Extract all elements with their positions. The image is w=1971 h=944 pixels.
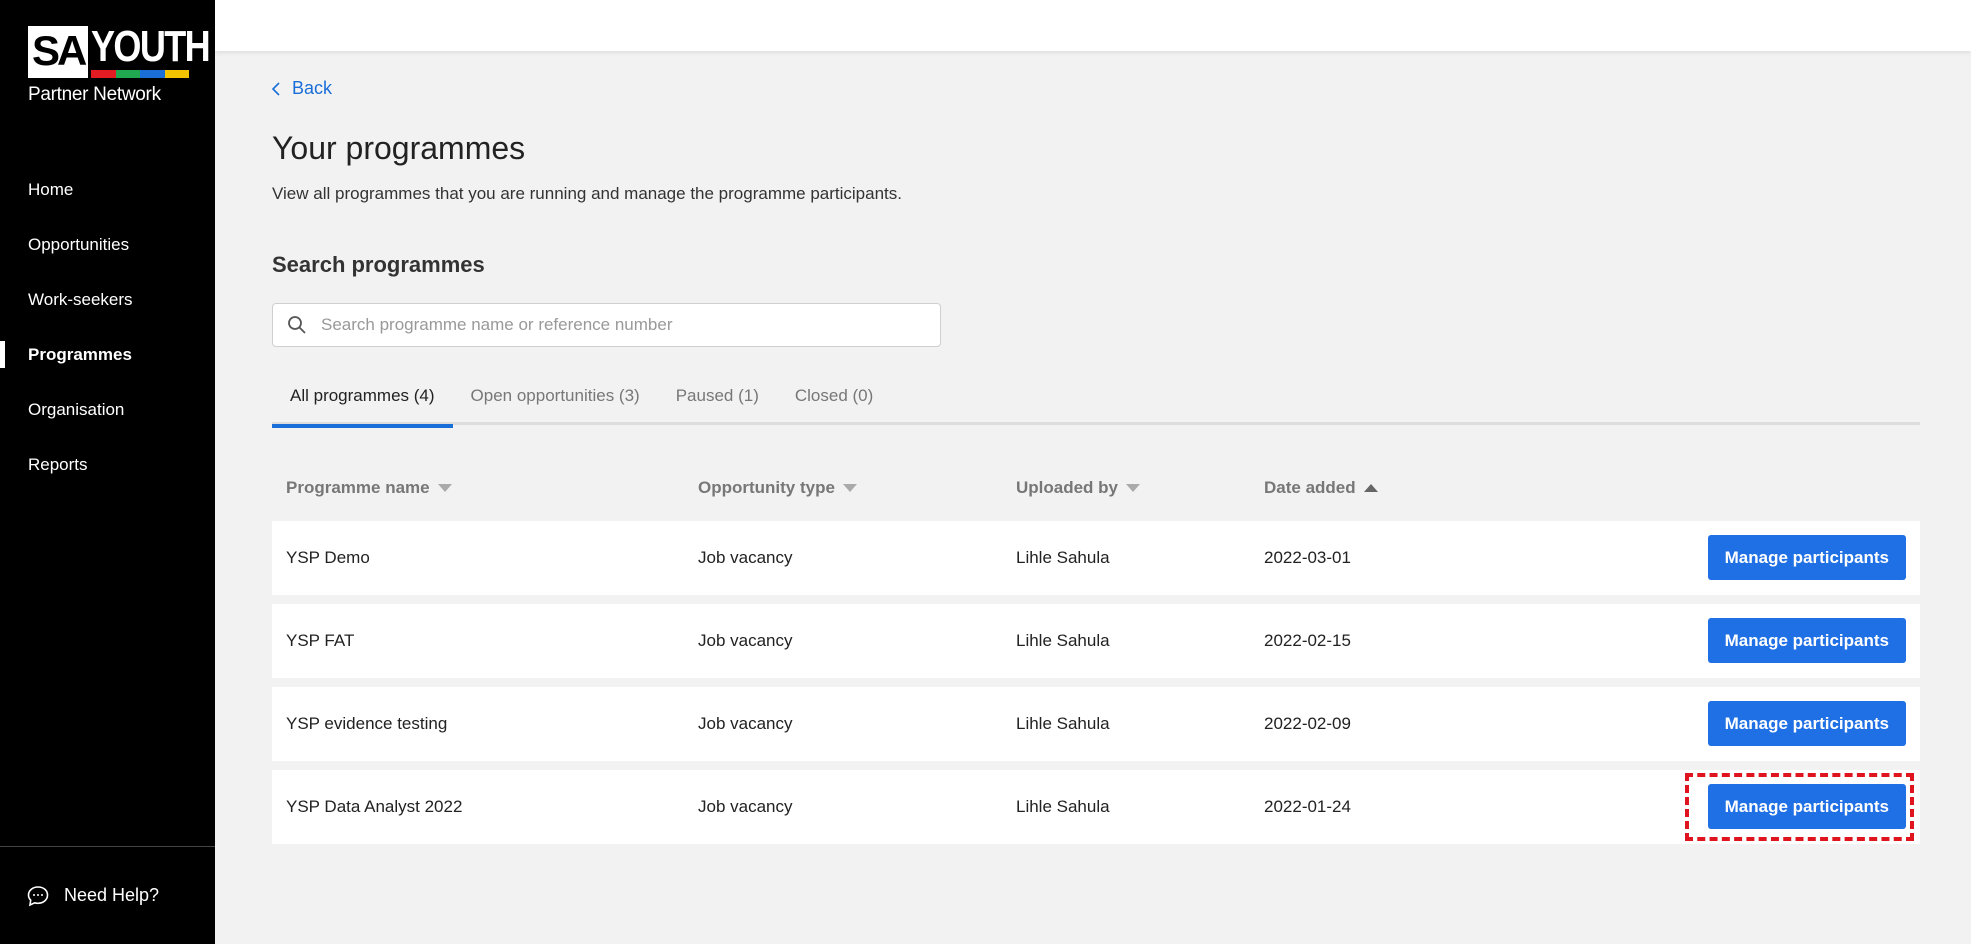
uploaded-by: Lihle Sahula (1016, 714, 1110, 733)
column-header-label: Date added (1264, 478, 1356, 497)
tab-open-opportunities[interactable]: Open opportunities (3) (453, 375, 658, 425)
column-header-label: Programme name (286, 478, 430, 497)
search-section-title: Search programmes (272, 252, 485, 277)
column-header-label: Opportunity type (698, 478, 835, 497)
search-input[interactable] (321, 315, 921, 335)
need-help-label: Need Help? (64, 885, 160, 905)
chevron-left-icon (272, 81, 280, 96)
sidebar-item-opportunities[interactable]: Opportunities (0, 217, 215, 272)
date-added: 2022-02-15 (1264, 631, 1351, 650)
opportunity-type: Job vacancy (698, 797, 793, 816)
stripe-red (91, 70, 116, 78)
column-header-uploaded-by[interactable]: Uploaded by (1016, 478, 1141, 498)
logo-stripes (91, 70, 190, 78)
sidebar-item-work-seekers[interactable]: Work-seekers (0, 272, 215, 327)
date-added: 2022-01-24 (1264, 797, 1351, 816)
column-header-programme-name[interactable]: Programme name (286, 478, 452, 498)
chat-bubble-icon (27, 885, 49, 906)
table-row: YSP Demo Job vacancy Lihle Sahula 2022-0… (272, 521, 1920, 595)
sort-down-icon (437, 484, 452, 492)
page-title: Your programmes (272, 130, 526, 166)
sidebar-item-organisation[interactable]: Organisation (0, 382, 215, 437)
tab-closed[interactable]: Closed (0) (777, 375, 891, 425)
back-label: Back (292, 78, 333, 98)
uploaded-by: Lihle Sahula (1016, 797, 1110, 816)
manage-participants-button[interactable]: Manage participants (1707, 535, 1906, 580)
uploaded-by: Lihle Sahula (1016, 548, 1110, 567)
column-header-date-added[interactable]: Date added (1264, 478, 1378, 498)
back-link[interactable]: Back (272, 78, 332, 99)
stripe-green (115, 70, 141, 78)
sort-up-icon (1363, 484, 1378, 492)
programme-name: YSP Data Analyst 2022 (286, 797, 463, 816)
column-header-label: Uploaded by (1016, 478, 1119, 497)
manage-participants-button[interactable]: Manage participants (1707, 701, 1906, 746)
programme-name: YSP Demo (286, 548, 370, 567)
sa-youth-logo[interactable]: SA YOUTH Partner Network (28, 25, 211, 106)
uploaded-by: Lihle Sahula (1016, 631, 1110, 650)
sort-down-icon (1126, 484, 1141, 492)
stripe-yellow (164, 70, 190, 78)
tab-all-programmes[interactable]: All programmes (4) (272, 375, 453, 428)
column-header-opportunity-type[interactable]: Opportunity type (698, 478, 857, 498)
logo-subtitle: Partner Network (28, 84, 161, 105)
date-added: 2022-02-09 (1264, 714, 1351, 733)
search-icon (288, 316, 306, 334)
table-row: YSP evidence testing Job vacancy Lihle S… (272, 687, 1920, 761)
manage-participants-button[interactable]: Manage participants (1707, 618, 1906, 663)
opportunity-type: Job vacancy (698, 631, 793, 650)
stripe-blue (140, 70, 165, 78)
page-description: View all programmes that you are running… (272, 184, 902, 203)
logo-youth: YOUTH (91, 22, 211, 71)
date-added: 2022-03-01 (1264, 548, 1351, 567)
table-row: YSP FAT Job vacancy Lihle Sahula 2022-02… (272, 604, 1920, 678)
sidebar-item-programmes[interactable]: Programmes (0, 327, 215, 382)
table-header: Programme name Opportunity type Uploaded… (272, 465, 1920, 511)
sidebar-item-reports[interactable]: Reports (0, 437, 215, 492)
logo-sa: SA (28, 26, 89, 78)
tab-paused[interactable]: Paused (1) (658, 375, 777, 425)
sidebar: SA YOUTH Partner Network Home Opportunit… (0, 0, 215, 944)
manage-participants-button[interactable]: Manage participants (1707, 784, 1906, 829)
opportunity-type: Job vacancy (698, 548, 793, 567)
search-box[interactable] (272, 303, 941, 347)
need-help-button[interactable]: Need Help? (0, 846, 215, 944)
sort-down-icon (842, 484, 857, 492)
programme-name: YSP evidence testing (286, 714, 448, 733)
sidebar-nav: Home Opportunities Work-seekers Programm… (0, 162, 215, 492)
top-header (215, 0, 1971, 51)
programme-name: YSP FAT (286, 631, 355, 650)
table-row: YSP Data Analyst 2022 Job vacancy Lihle … (272, 770, 1920, 844)
programmes-table: Programme name Opportunity type Uploaded… (272, 465, 1920, 853)
sidebar-item-home[interactable]: Home (0, 162, 215, 217)
programme-tabs: All programmes (4) Open opportunities (3… (272, 375, 1920, 428)
opportunity-type: Job vacancy (698, 714, 793, 733)
